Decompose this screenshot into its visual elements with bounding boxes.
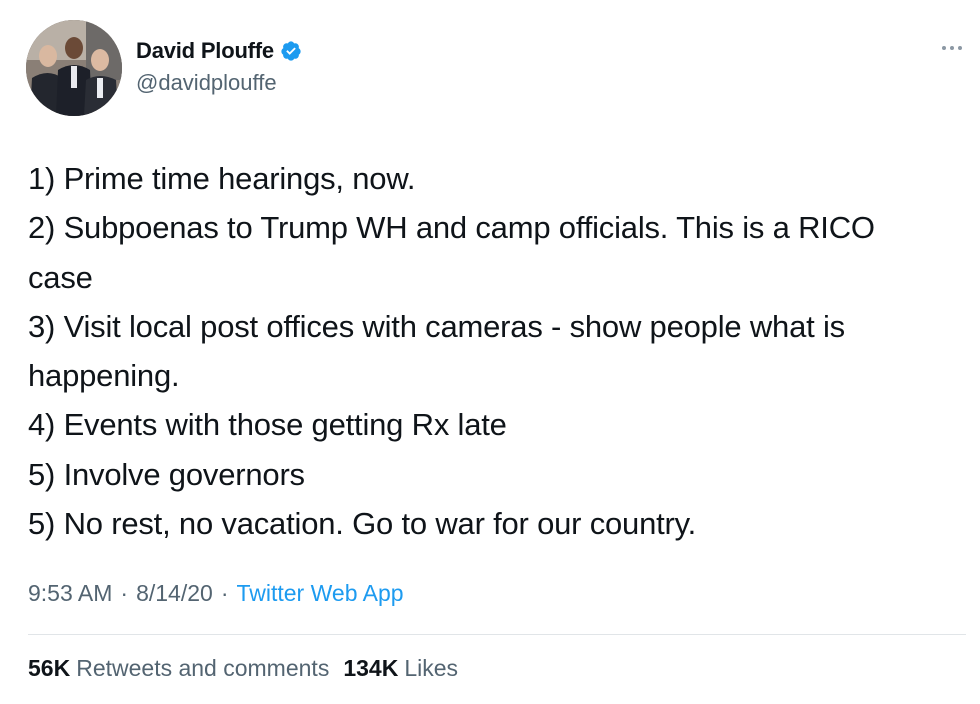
meta-separator: · [120,580,129,606]
tweet-line: case [28,259,93,295]
tweet-line: 5) No rest, no vacation. Go to war for o… [28,506,697,542]
tweet-stats: 56K Retweets and comments 134K Likes [28,655,458,682]
tweet-text: 1) Prime time hearings, now. 2) Subpoena… [28,154,958,548]
tweet-time[interactable]: 9:53 AM [28,580,112,607]
author-handle[interactable]: @davidplouffe [136,70,277,96]
tweet-line: 4) Events with those getting Rx late [28,407,507,443]
likes-label[interactable]: Likes [404,655,458,682]
avatar-photo [26,20,122,116]
tweet-line: happening. [28,358,180,394]
more-options-icon[interactable] [940,42,964,54]
tweet-line: 1) Prime time hearings, now. [28,161,416,196]
author-display-name[interactable]: David Plouffe [136,38,274,64]
meta-separator: · [220,580,229,606]
divider [28,634,966,635]
tweet-date[interactable]: 8/14/20 [136,580,213,607]
likes-count[interactable]: 134K [343,655,398,682]
tweet-meta: 9:53 AM · 8/14/20 · Twitter Web App [28,580,404,607]
tweet-line: 5) Involve governors [28,456,305,492]
tweet-source-app[interactable]: Twitter Web App [236,580,403,607]
retweets-label[interactable]: Retweets and comments [76,655,329,682]
tweet: David Plouffe @davidplouffe 1) Prime tim… [0,0,980,704]
avatar[interactable] [26,20,122,116]
retweets-count[interactable]: 56K [28,655,70,682]
tweet-line: 3) Visit local post offices with cameras… [28,308,845,344]
verified-badge-icon [281,41,301,61]
author-name-row[interactable]: David Plouffe [136,36,302,66]
tweet-line: 2) Subpoenas to Trump WH and camp offici… [28,210,875,246]
